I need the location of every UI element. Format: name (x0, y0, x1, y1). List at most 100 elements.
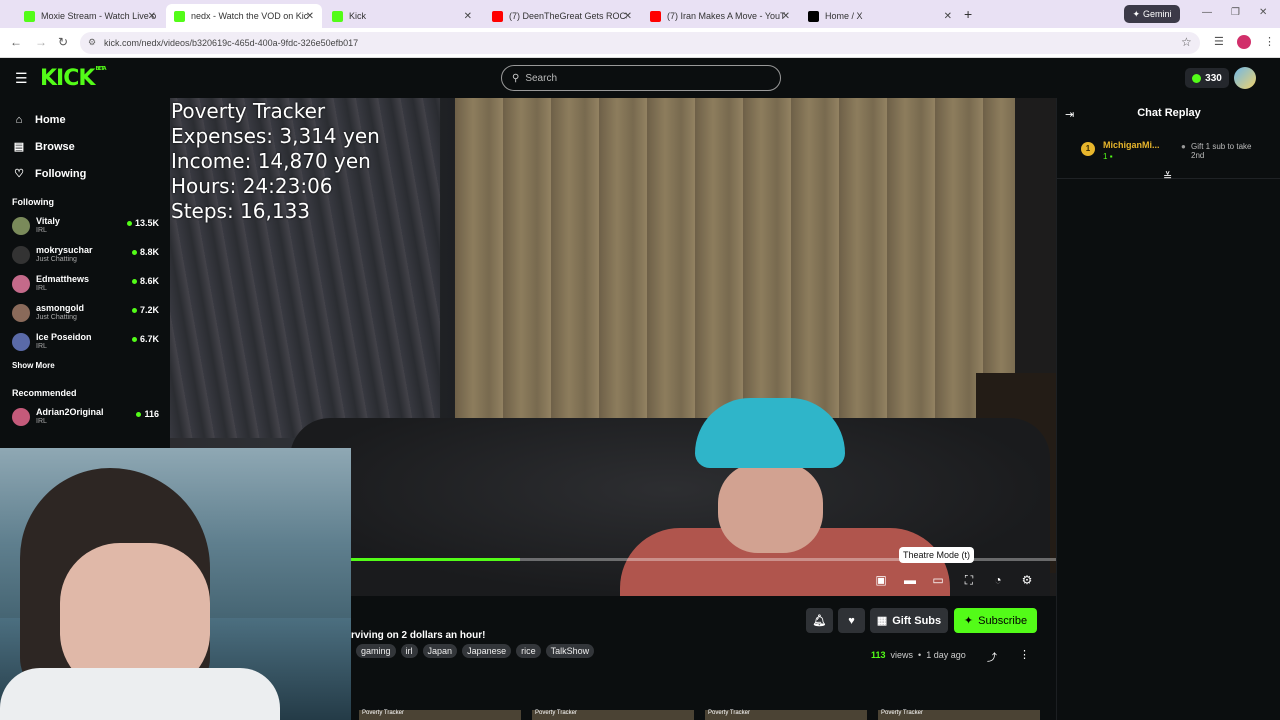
forward-icon[interactable]: → (35, 35, 47, 49)
browser-tab[interactable]: Moxie Stream - Watch Live on ✕ (16, 4, 164, 28)
webcam-overlay (0, 448, 351, 720)
bookmark-star-icon[interactable]: ☆ (1181, 35, 1192, 49)
kick-logo[interactable]: KICKBETA (40, 66, 107, 91)
minimize-icon[interactable]: — (1202, 7, 1212, 18)
new-tab-icon[interactable]: + (964, 6, 972, 22)
chat-scroll-down-icon[interactable]: ≚ (1163, 170, 1172, 183)
browser-menu-icon[interactable]: ⋮ (1264, 35, 1275, 48)
close-icon[interactable]: ✕ (944, 11, 952, 22)
channel-category: IRL (36, 418, 47, 425)
browser-tab[interactable]: (7) DeenTheGreat Gets ROCKE ✕ (484, 4, 640, 28)
thumbnail-label: Poverty Tracker (535, 710, 578, 716)
gift-subs-label: Gift Subs (892, 614, 942, 627)
share-icon[interactable]: ⤴ (987, 649, 997, 664)
chat-message: 1 MichiganMi... 1 ▪ Gift 1 sub to take 2… (1081, 140, 1271, 164)
video-thumbnail[interactable]: Poverty Tracker (359, 710, 521, 720)
kick-favicon-icon (174, 10, 185, 22)
video-thumbnail[interactable]: Poverty Tracker (532, 710, 694, 720)
subscribe-label: Subscribe (978, 614, 1028, 627)
url-text: kick.com/nedx/videos/b320619c-465d-400a-… (104, 38, 359, 48)
avatar (12, 217, 30, 235)
address-bar-row: ← → ↻ kick.com/nedx/videos/b320619c-465d… (0, 28, 1280, 58)
speed-icon[interactable]: ◔ (991, 573, 1005, 587)
streamer-face (718, 463, 823, 553)
tag[interactable]: gaming (356, 644, 396, 658)
search-icon: ⚲ (512, 72, 520, 84)
gift-subs-button[interactable]: ▦ Gift Subs (870, 608, 948, 633)
tag[interactable]: rice (516, 644, 541, 658)
subscribe-button[interactable]: ✦ Subscribe (954, 608, 1037, 633)
search-bar[interactable]: ⚲ (501, 65, 781, 91)
url-field[interactable]: kick.com/nedx/videos/b320619c-465d-400a-… (80, 32, 1200, 54)
user-avatar[interactable] (1234, 67, 1256, 89)
viewer-count-text: 8.8K (139, 247, 159, 257)
notifications-button[interactable]: 🔔︎ (806, 608, 833, 633)
sidebar-channel-asmongold[interactable]: asmongold Just Chatting 7.2K (0, 300, 170, 329)
sub-count-text: 1 (1103, 152, 1108, 161)
browser-profile-avatar[interactable] (1237, 35, 1251, 49)
site-info-icon[interactable]: ⚙ (88, 37, 96, 48)
meta-separator: • (918, 650, 922, 660)
sidebar: ⌂ Home ▤ Browse ♡ Following Following Vi… (0, 98, 170, 448)
tab-title: Moxie Stream - Watch Live on (41, 11, 156, 21)
tag[interactable]: irl (400, 644, 418, 658)
close-icon[interactable]: ✕ (306, 11, 314, 22)
pip-icon[interactable]: ▣ (874, 573, 888, 587)
overlay-hours: Hours: 24:23:06 (171, 174, 333, 198)
sidebar-channel-mokrysuchar[interactable]: mokrysuchar Just Chatting 8.8K (0, 242, 170, 271)
browser-tab[interactable]: Kick ✕ (324, 4, 480, 28)
browser-tab[interactable]: Home / X ✕ (800, 4, 960, 28)
browser-tab[interactable]: (7) Iran Makes A Move - YouTu ✕ (642, 4, 798, 28)
window-close-icon[interactable]: ✕ (1259, 7, 1267, 18)
gift-icon: ▦ (876, 615, 888, 627)
sub-count: 1 ▪ (1103, 152, 1113, 161)
back-icon[interactable]: ← (10, 35, 22, 49)
gemini-label: Gemini (1143, 9, 1172, 19)
reading-list-icon[interactable]: ☰ (1214, 35, 1224, 48)
browser-tab-active[interactable]: nedx - Watch the VOD on Kick ✕ (166, 4, 322, 28)
video-thumbnail[interactable]: Poverty Tracker (705, 710, 867, 720)
show-more-link[interactable]: Show More (0, 361, 170, 370)
nav-following[interactable]: ♡ Following (0, 160, 170, 187)
nav-browse[interactable]: ▤ Browse (0, 133, 170, 160)
video-age: 1 day ago (926, 650, 966, 660)
sidebar-channel-edmatthews[interactable]: Edmatthews IRL 8.6K (0, 271, 170, 300)
sidebar-channel-vitaly[interactable]: Vitaly IRL 13.5K (0, 213, 170, 242)
following-heading: Following (12, 197, 54, 207)
overlay-income: Income: 14,870 yen (171, 149, 371, 173)
follow-button[interactable]: ♥ (838, 608, 865, 633)
close-icon[interactable]: ✕ (464, 11, 472, 22)
chat-username[interactable]: MichiganMi... (1103, 140, 1169, 150)
nav-home[interactable]: ⌂ Home (0, 106, 170, 133)
sidebar-channel-adrian2original[interactable]: Adrian2Original IRL 116 (0, 404, 170, 433)
theatre-mode-tooltip: Theatre Mode (t) (899, 547, 975, 563)
gemini-button[interactable]: ✦ Gemini (1124, 5, 1180, 23)
settings-icon[interactable]: ⚙ (1020, 573, 1034, 587)
video-thumbnail[interactable]: Poverty Tracker (878, 710, 1040, 720)
webcam-person-shirt (0, 668, 280, 720)
more-options-icon[interactable]: ⋮ (1019, 648, 1030, 661)
tag[interactable]: TalkShow (545, 644, 595, 658)
close-icon[interactable]: ✕ (624, 11, 632, 22)
tag[interactable]: Japan (422, 644, 458, 658)
hamburger-menu-icon[interactable]: ☰ (15, 70, 28, 87)
fullscreen-icon[interactable]: ⛶ (962, 573, 976, 587)
star-icon: ✦ (963, 615, 974, 627)
search-input[interactable] (525, 72, 766, 84)
channel-category: IRL (36, 343, 47, 350)
miniplayer-icon[interactable]: ▬ (903, 573, 917, 587)
viewer-count: 8.8K (132, 247, 159, 257)
sub-badge-icon: ▪ (1109, 152, 1113, 161)
restore-icon[interactable]: ❐ (1231, 7, 1240, 18)
points-badge[interactable]: 330 (1185, 68, 1229, 88)
recommended-heading: Recommended (12, 388, 77, 398)
close-icon[interactable]: ✕ (148, 11, 156, 22)
close-icon[interactable]: ✕ (782, 11, 790, 22)
viewer-count-text: 7.2K (139, 305, 159, 315)
gift-sub-text[interactable]: Gift 1 sub to take 2nd (1181, 142, 1267, 160)
sidebar-channel-ice-poseidon[interactable]: Ice Poseidon IRL 6.7K (0, 329, 170, 358)
theatre-mode-icon[interactable]: ▭ (931, 573, 945, 587)
reload-icon[interactable]: ↻ (58, 35, 68, 49)
streamer-hat (695, 398, 845, 468)
tag[interactable]: Japanese (462, 644, 512, 658)
